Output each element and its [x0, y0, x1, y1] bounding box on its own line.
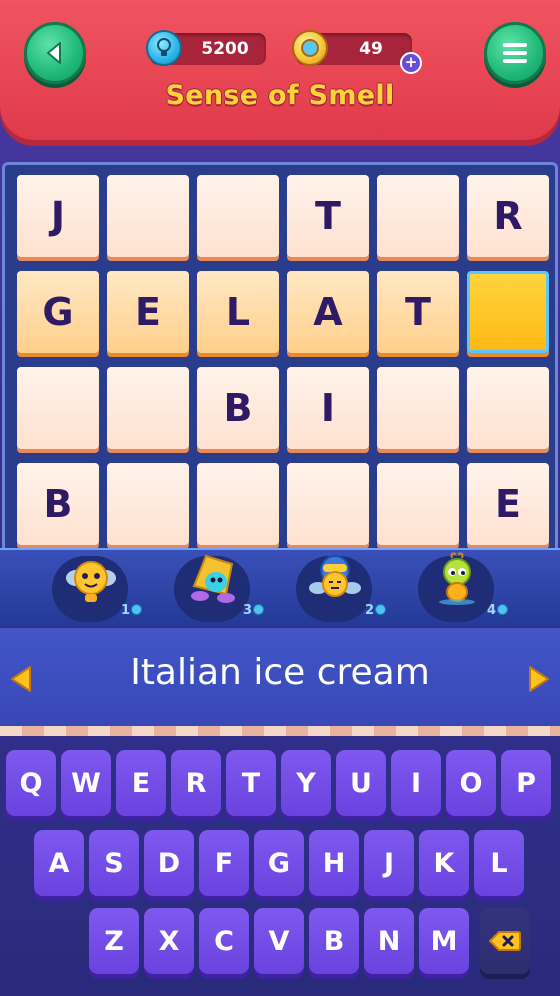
hints-count: 5200: [201, 39, 249, 59]
grid-cell[interactable]: B: [197, 367, 279, 449]
helper-cost: 3: [243, 603, 264, 618]
key-e[interactable]: E: [116, 750, 166, 816]
crossword-grid: JTRGELATBIBE: [17, 175, 549, 545]
grid-cell[interactable]: [107, 175, 189, 257]
grid-cell[interactable]: [17, 367, 99, 449]
grid-cell[interactable]: E: [467, 463, 549, 545]
crossword-board: JTRGELATBIBE: [2, 162, 558, 554]
grid-cell[interactable]: A: [287, 271, 369, 353]
key-q[interactable]: Q: [6, 750, 56, 816]
puzzle-title: Sense of Smell: [165, 80, 395, 111]
grid-cell[interactable]: [107, 463, 189, 545]
grid-cell[interactable]: R: [467, 175, 549, 257]
menu-button[interactable]: [484, 22, 546, 84]
grid-cell[interactable]: [467, 367, 549, 449]
add-coins-button[interactable]: +: [400, 52, 422, 74]
grid-cell[interactable]: E: [107, 271, 189, 353]
key-y[interactable]: Y: [281, 750, 331, 816]
coin-icon: [497, 604, 508, 615]
back-arrow-icon: [47, 42, 61, 64]
key-m[interactable]: M: [419, 908, 469, 974]
triangle-left-icon[interactable]: [8, 664, 34, 694]
key-a[interactable]: A: [34, 830, 84, 896]
grid-cell[interactable]: G: [17, 271, 99, 353]
key-z[interactable]: Z: [89, 908, 139, 974]
grid-cell[interactable]: [197, 463, 279, 545]
key-u[interactable]: U: [336, 750, 386, 816]
key-f[interactable]: F: [199, 830, 249, 896]
helper-check-word[interactable]: 2: [296, 555, 386, 622]
hints-counter[interactable]: 5200: [146, 30, 266, 66]
helper-cost: 1: [121, 603, 142, 618]
key-n[interactable]: N: [364, 908, 414, 974]
key-l[interactable]: L: [474, 830, 524, 896]
grid-cell[interactable]: [197, 175, 279, 257]
helper-solve-puzzle[interactable]: 4: [418, 552, 508, 622]
key-t[interactable]: T: [226, 750, 276, 816]
key-w[interactable]: W: [61, 750, 111, 816]
key-g[interactable]: G: [254, 830, 304, 896]
clue-bar: Italian ice cream: [0, 628, 560, 728]
helpers-bar: 1 3 2 4: [0, 548, 560, 626]
yellow-bee-helper-icon: [66, 561, 116, 602]
back-button[interactable]: [24, 22, 86, 84]
lightbulb-icon: [146, 30, 182, 66]
coin-icon: [253, 604, 264, 615]
key-d[interactable]: D: [144, 830, 194, 896]
green-bug-helper-icon: [439, 552, 475, 605]
helper-cost: 2: [365, 603, 386, 618]
coin-icon: [292, 30, 328, 66]
grid-cell[interactable]: [377, 463, 459, 545]
grid-cell[interactable]: L: [197, 271, 279, 353]
key-r[interactable]: R: [171, 750, 221, 816]
helper-reveal-letter[interactable]: 1: [52, 556, 142, 622]
coins-counter[interactable]: 49: [292, 30, 412, 66]
grid-cell[interactable]: [377, 367, 459, 449]
hooded-bee-helper-icon: [191, 554, 235, 603]
key-s[interactable]: S: [89, 830, 139, 896]
grid-cell[interactable]: [287, 463, 369, 545]
backspace-icon: [489, 931, 521, 951]
hamburger-menu-icon: [503, 43, 527, 63]
key-x[interactable]: X: [144, 908, 194, 974]
grid-cell[interactable]: [107, 367, 189, 449]
grid-cell[interactable]: [467, 271, 549, 353]
key-o[interactable]: O: [446, 750, 496, 816]
divider-stripe: [0, 726, 560, 736]
coin-icon: [375, 604, 386, 615]
coin-icon: [131, 604, 142, 615]
keyboard: QWERTYUIOP ASDFGHJKL ZXCVBNM: [0, 736, 560, 996]
key-v[interactable]: V: [254, 908, 304, 974]
triangle-right-icon[interactable]: [526, 664, 552, 694]
grid-cell[interactable]: [377, 175, 459, 257]
helper-cost: 4: [487, 603, 508, 618]
top-bar: 5200 49 + Sense of Smell: [0, 0, 560, 140]
key-j[interactable]: J: [364, 830, 414, 896]
clue-text: Italian ice cream: [130, 652, 430, 693]
grid-cell[interactable]: T: [287, 175, 369, 257]
grid-cell[interactable]: T: [377, 271, 459, 353]
key-i[interactable]: I: [391, 750, 441, 816]
key-c[interactable]: C: [199, 908, 249, 974]
backspace-key[interactable]: [480, 908, 530, 974]
key-h[interactable]: H: [309, 830, 359, 896]
key-p[interactable]: P: [501, 750, 551, 816]
key-b[interactable]: B: [309, 908, 359, 974]
grid-cell[interactable]: I: [287, 367, 369, 449]
grid-cell[interactable]: J: [17, 175, 99, 257]
helper-reveal-word[interactable]: 3: [174, 554, 264, 622]
key-k[interactable]: K: [419, 830, 469, 896]
grid-cell[interactable]: B: [17, 463, 99, 545]
helmet-bee-helper-icon: [309, 555, 361, 597]
